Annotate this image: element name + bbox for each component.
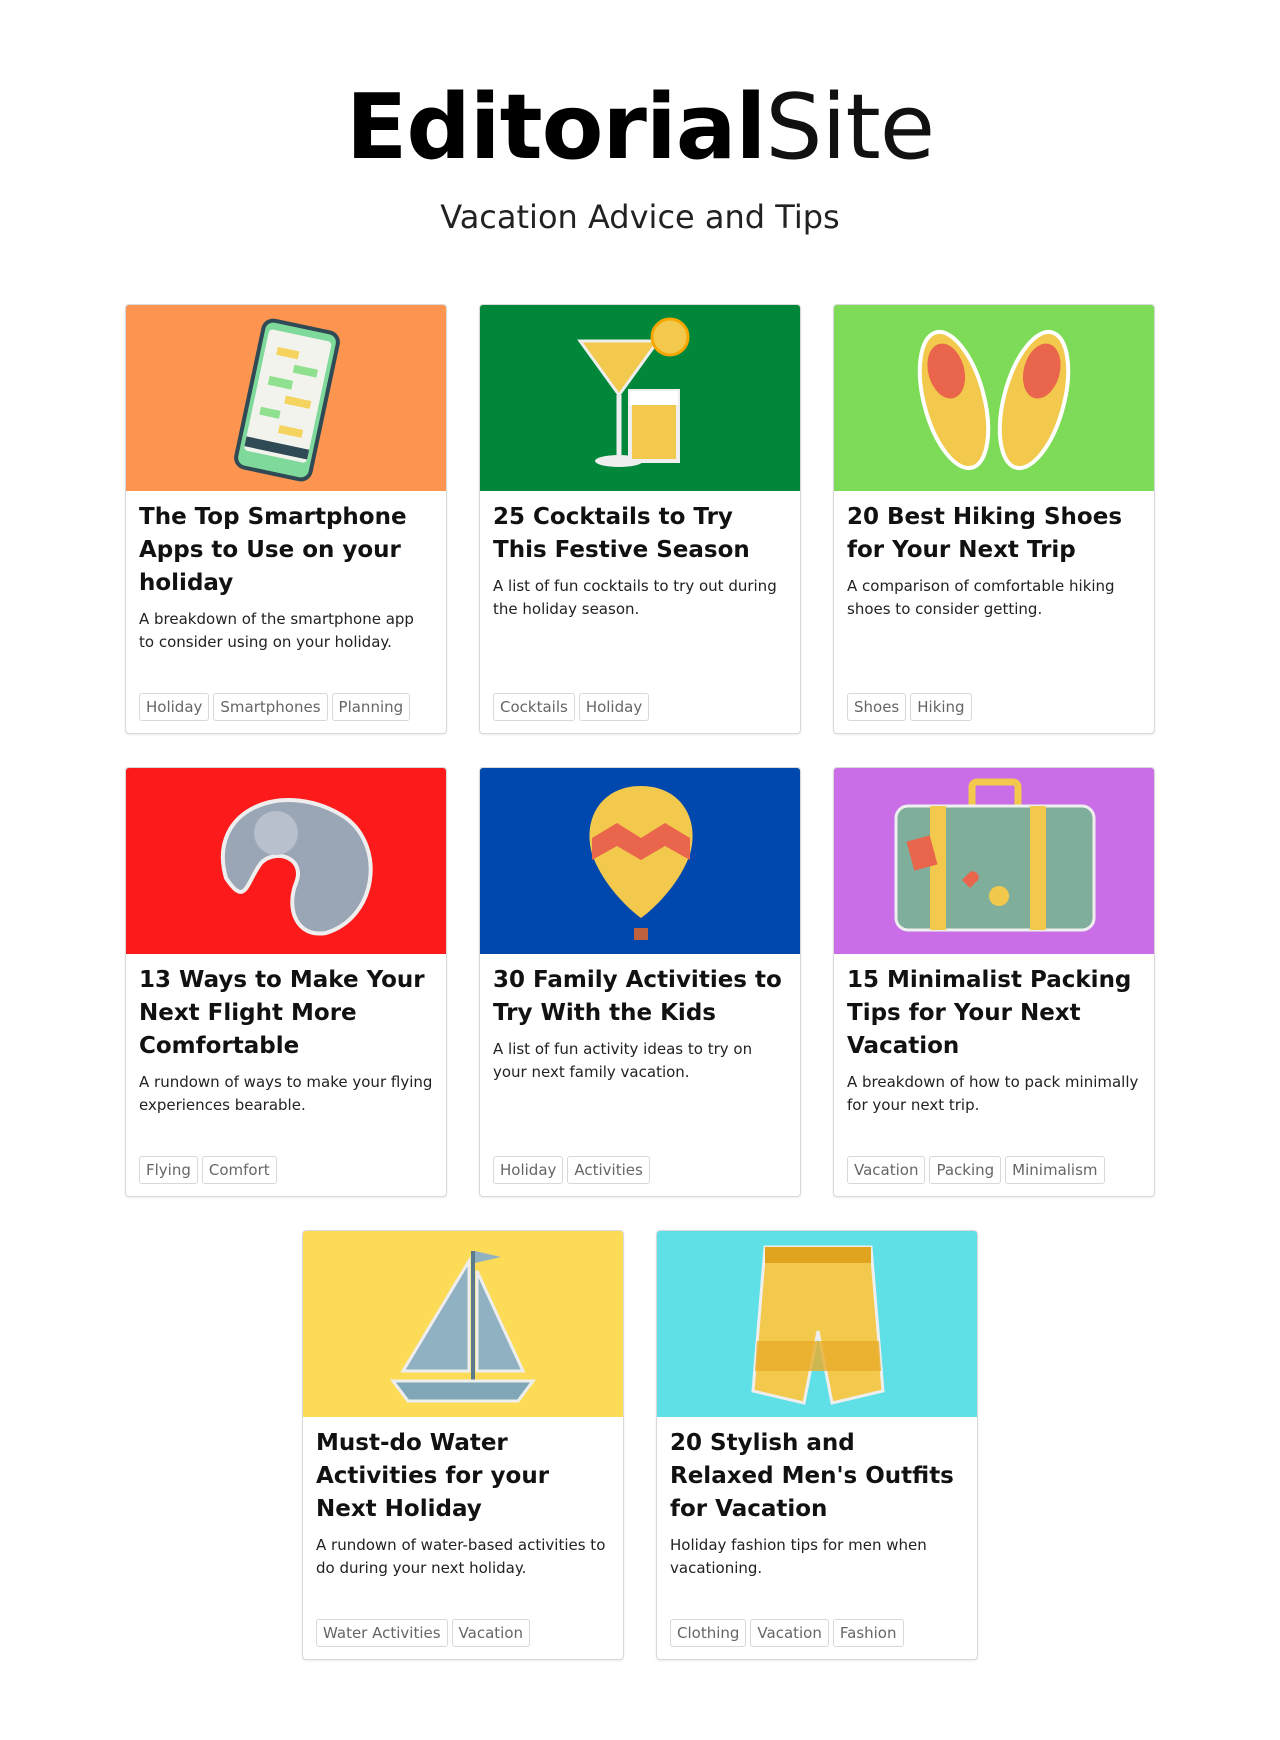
card-description: A rundown of ways to make your flying ex… — [139, 1073, 433, 1114]
card-thumbnail — [126, 305, 446, 491]
article-card[interactable]: 30 Family Activities to Try With the Kid… — [479, 767, 801, 1197]
card-description: A breakdown of the smartphone app to con… — [139, 610, 414, 651]
tag[interactable]: Comfort — [201, 1156, 277, 1184]
tag[interactable]: Holiday — [139, 693, 210, 721]
article-card[interactable]: 15 Minimalist Packing Tips for Your Next… — [833, 767, 1155, 1197]
card-title[interactable]: The Top Smartphone Apps to Use on your h… — [139, 501, 433, 600]
article-grid: The Top Smartphone Apps to Use on your h… — [0, 0, 1280, 1740]
tag[interactable]: Minimalism — [1005, 1156, 1105, 1184]
card-description: A list of fun cocktails to try out durin… — [493, 577, 777, 618]
tag[interactable]: Vacation — [451, 1619, 531, 1647]
tag[interactable]: Vacation — [750, 1619, 829, 1647]
article-card[interactable]: Must-do Water Activities for your Next H… — [302, 1230, 624, 1660]
card-thumbnail — [303, 1231, 623, 1417]
tag-list: Flying Comfort — [139, 1156, 277, 1184]
tag-list: Holiday Smartphones Planning — [139, 693, 411, 721]
article-card[interactable]: 20 Best Hiking Shoes for Your Next Trip … — [833, 304, 1155, 734]
article-card[interactable]: 20 Stylish and Relaxed Men's Outfits for… — [656, 1230, 978, 1660]
tag[interactable]: Planning — [331, 693, 411, 721]
card-title[interactable]: 20 Best Hiking Shoes for Your Next Trip — [847, 501, 1141, 567]
card-description: Holiday fashion tips for men when vacati… — [670, 1536, 927, 1577]
card-thumbnail — [657, 1231, 977, 1417]
article-card[interactable]: 25 Cocktails to Try This Festive Season … — [479, 304, 801, 734]
smartphone-icon — [234, 318, 340, 482]
hot-air-balloon-icon — [589, 786, 693, 940]
tag[interactable]: Clothing — [670, 1619, 747, 1647]
tag[interactable]: Vacation — [847, 1156, 926, 1184]
card-thumbnail — [834, 768, 1154, 954]
cocktail-icon — [577, 317, 690, 467]
card-description: A comparison of comfortable hiking shoes… — [847, 577, 1115, 618]
card-title[interactable]: 15 Minimalist Packing Tips for Your Next… — [847, 964, 1141, 1063]
sailboat-icon — [390, 1251, 536, 1403]
tag[interactable]: Activities — [567, 1156, 650, 1184]
tag-list: Vacation Packing Minimalism — [847, 1156, 1105, 1184]
card-title[interactable]: 30 Family Activities to Try With the Kid… — [493, 964, 787, 1030]
card-thumbnail — [480, 305, 800, 491]
neck-pillow-icon — [220, 798, 373, 936]
card-thumbnail — [126, 768, 446, 954]
card-title[interactable]: Must-do Water Activities for your Next H… — [316, 1427, 610, 1526]
article-card[interactable]: 13 Ways to Make Your Next Flight More Co… — [125, 767, 447, 1197]
tag[interactable]: Water Activities — [316, 1619, 448, 1647]
article-card[interactable]: The Top Smartphone Apps to Use on your h… — [125, 304, 447, 734]
tag[interactable]: Packing — [929, 1156, 1002, 1184]
sneakers-icon — [917, 329, 1071, 471]
suitcase-icon — [894, 778, 1096, 932]
card-title[interactable]: 25 Cocktails to Try This Festive Season — [493, 501, 787, 567]
card-description: A list of fun activity ideas to try on y… — [493, 1040, 753, 1081]
tag[interactable]: Holiday — [578, 693, 650, 721]
card-title[interactable]: 13 Ways to Make Your Next Flight More Co… — [139, 964, 433, 1063]
card-thumbnail — [480, 768, 800, 954]
card-thumbnail — [834, 305, 1154, 491]
tag-list: Clothing Vacation Fashion — [670, 1619, 904, 1647]
tag-list: Cocktails Holiday — [493, 693, 650, 721]
tag[interactable]: Holiday — [493, 1156, 564, 1184]
tag-list: Holiday Activities — [493, 1156, 650, 1184]
card-description: A breakdown of how to pack minimally for… — [847, 1073, 1139, 1114]
tag[interactable]: Cocktails — [493, 693, 575, 721]
card-title[interactable]: 20 Stylish and Relaxed Men's Outfits for… — [670, 1427, 964, 1526]
card-description: A rundown of water-based activities to d… — [316, 1536, 606, 1577]
tag[interactable]: Smartphones — [213, 693, 328, 721]
shorts-icon — [751, 1245, 885, 1405]
tag[interactable]: Shoes — [847, 693, 907, 721]
tag[interactable]: Hiking — [910, 693, 972, 721]
tag-list: Shoes Hiking — [847, 693, 972, 721]
tag-list: Water Activities Vacation — [316, 1619, 531, 1647]
tag[interactable]: Fashion — [832, 1619, 904, 1647]
tag[interactable]: Flying — [139, 1156, 198, 1184]
